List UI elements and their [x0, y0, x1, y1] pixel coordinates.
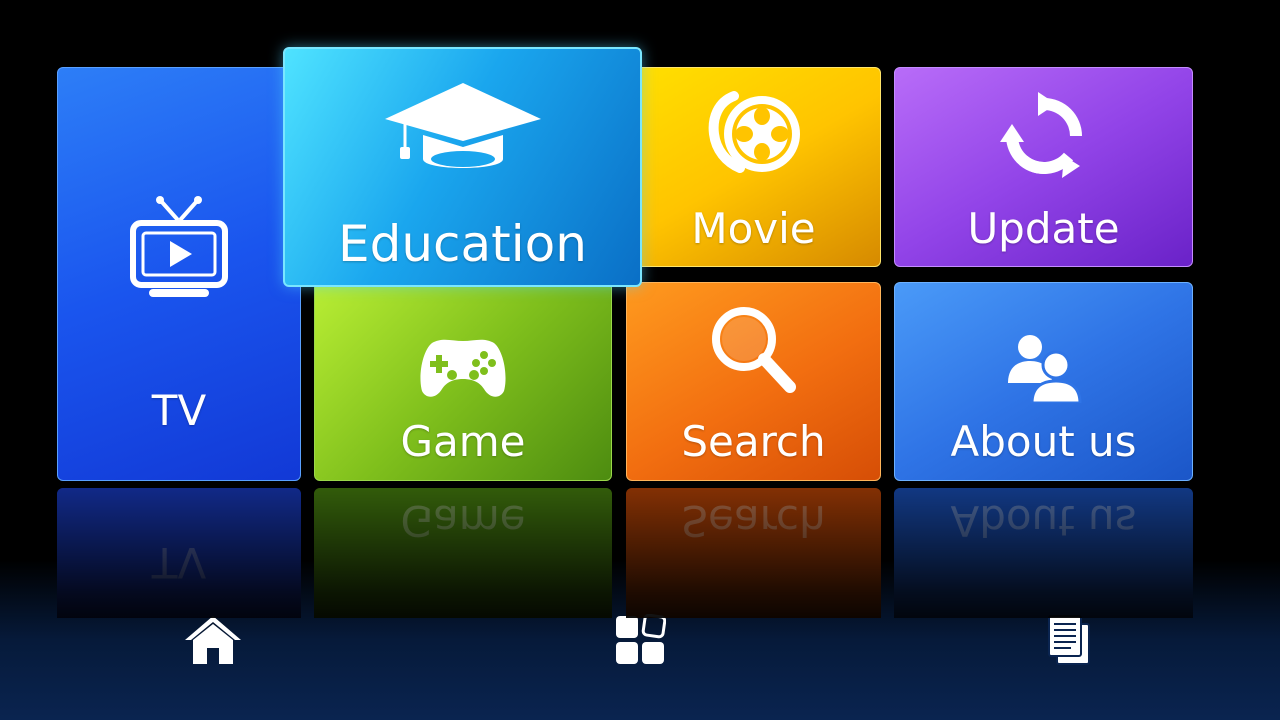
reflection-about-us: About us	[894, 488, 1193, 618]
reflection-about-us-label: About us	[950, 496, 1137, 545]
tile-reflections: TV Game Search About us	[0, 488, 1280, 618]
refresh-icon	[895, 90, 1192, 186]
reflection-tv-label: TV	[151, 538, 207, 587]
tile-search[interactable]: Search	[626, 282, 881, 481]
tile-about-us[interactable]: About us	[894, 282, 1193, 481]
tile-game-label: Game	[400, 417, 526, 466]
home-button[interactable]	[183, 614, 243, 670]
tile-update[interactable]: Update	[894, 67, 1193, 267]
magnifier-icon	[627, 303, 880, 403]
users-icon	[895, 331, 1192, 407]
documents-icon	[1043, 614, 1093, 670]
tile-movie[interactable]: Movie	[626, 67, 881, 267]
bottom-nav	[0, 600, 1280, 720]
reflection-search: Search	[626, 488, 881, 618]
reflection-game-label: Game	[400, 496, 526, 545]
tile-education[interactable]: Education	[283, 47, 642, 287]
tile-education-label: Education	[338, 215, 587, 273]
tile-movie-label: Movie	[691, 204, 816, 253]
tile-search-label: Search	[681, 417, 826, 466]
tile-tv-label: TV	[151, 386, 207, 435]
documents-button[interactable]	[1038, 614, 1098, 670]
apps-grid-icon	[614, 613, 667, 670]
home-icon	[183, 614, 243, 670]
tile-update-label: Update	[967, 204, 1120, 253]
film-reel-icon	[627, 88, 880, 182]
tile-tv[interactable]: TV	[57, 67, 301, 481]
tv-play-icon	[58, 193, 300, 307]
apps-button[interactable]	[610, 613, 670, 670]
tile-about-us-label: About us	[950, 417, 1137, 466]
reflection-search-label: Search	[681, 496, 826, 545]
reflection-tv: TV	[57, 488, 301, 618]
graduation-cap-icon	[285, 79, 640, 183]
gamepad-icon	[315, 333, 611, 405]
tile-game[interactable]: Game	[314, 282, 612, 481]
reflection-game: Game	[314, 488, 612, 618]
